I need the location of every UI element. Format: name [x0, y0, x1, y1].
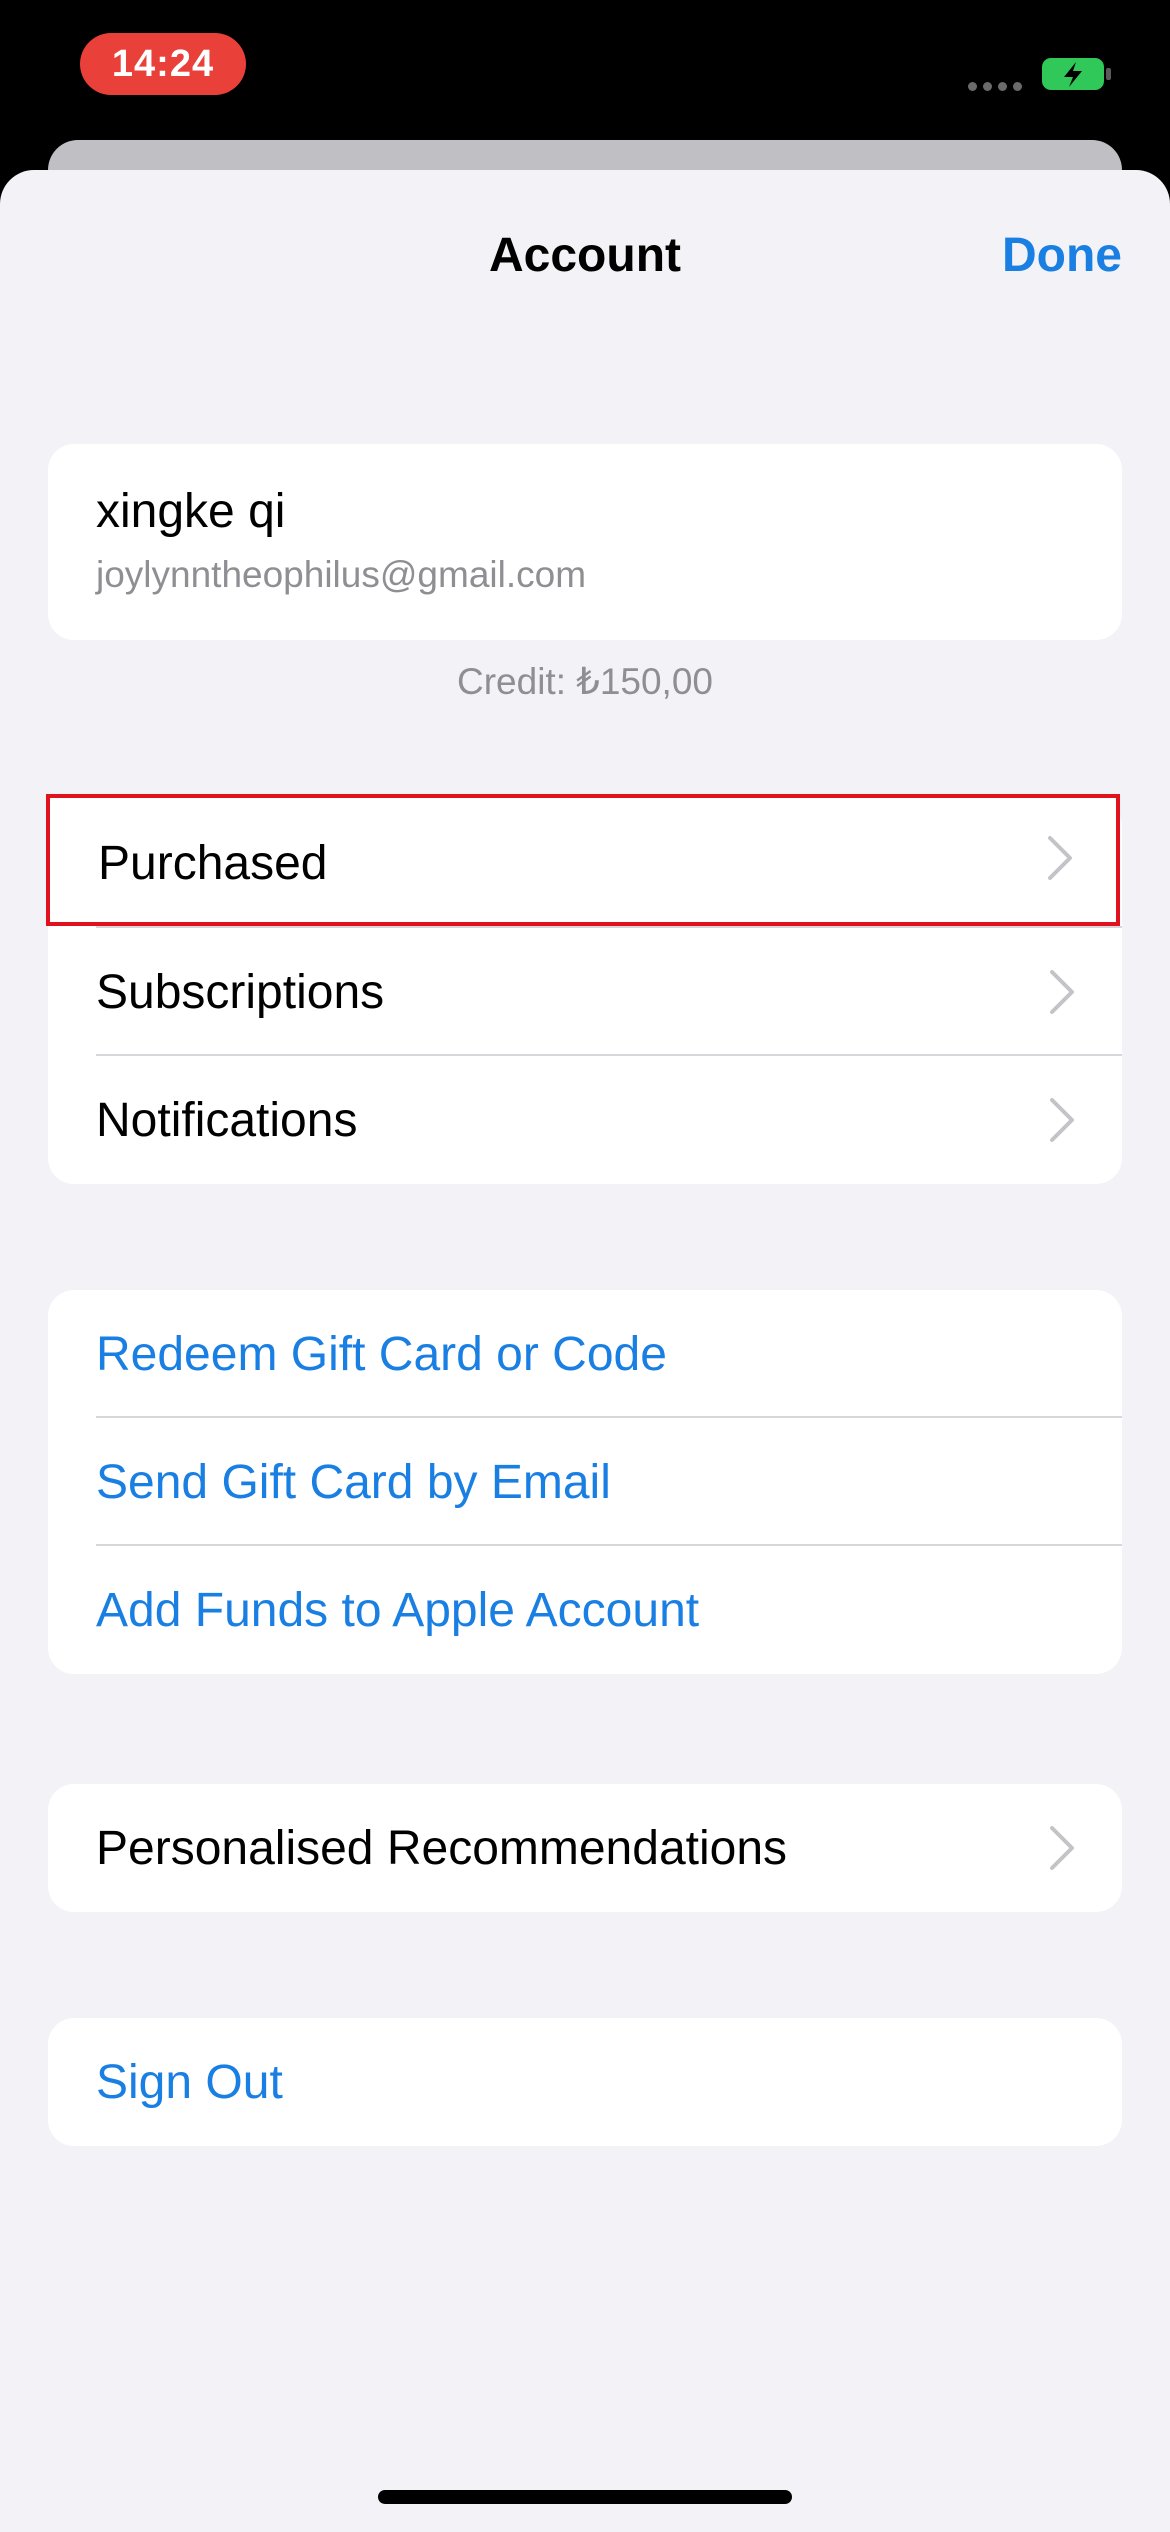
account-email: joylynntheophilus@gmail.com: [96, 554, 587, 595]
battery-charging-icon: [1042, 58, 1111, 90]
menu-item-label: Add Funds to Apple Account: [96, 1583, 700, 1637]
menu-item-notifications[interactable]: Notifications: [48, 1056, 1122, 1184]
chevron-right-icon: [1050, 1826, 1074, 1870]
sign-out-label: Sign Out: [96, 2055, 283, 2109]
account-info-card[interactable]: xingke qi joylynntheophilus@gmail.com: [48, 444, 1122, 640]
page-title: Account: [489, 229, 681, 282]
recommendations-group: Personalised Recommendations: [48, 1784, 1122, 1912]
chevron-right-icon: [1048, 836, 1072, 880]
done-button[interactable]: Done: [1002, 228, 1122, 283]
add-funds-button[interactable]: Add Funds to Apple Account: [48, 1546, 1122, 1674]
account-credit: Credit: ₺150,00: [457, 661, 713, 702]
status-time: 14:24: [111, 42, 215, 85]
menu-item-label: Personalised Recommendations: [96, 1821, 788, 1875]
menu-item-label: Subscriptions: [96, 965, 385, 1019]
menu-item-label: Send Gift Card by Email: [96, 1455, 611, 1509]
account-name: xingke qi: [96, 485, 286, 538]
menu-item-label: Purchased: [98, 837, 328, 890]
gift-card-group: Redeem Gift Card or Code Send Gift Card …: [48, 1290, 1122, 1674]
menu-item-subscriptions[interactable]: Subscriptions: [48, 928, 1122, 1056]
redeem-gift-card-button[interactable]: Redeem Gift Card or Code: [48, 1290, 1122, 1418]
home-indicator[interactable]: [378, 2490, 792, 2504]
sign-out-group: Sign Out: [48, 2018, 1122, 2146]
menu-item-label: Redeem Gift Card or Code: [96, 1327, 667, 1381]
send-gift-card-button[interactable]: Send Gift Card by Email: [48, 1418, 1122, 1546]
menu-item-personalised-recommendations[interactable]: Personalised Recommendations: [48, 1784, 1122, 1912]
highlighted-purchased-row[interactable]: Purchased: [46, 794, 1120, 926]
sign-out-button[interactable]: Sign Out: [48, 2018, 1122, 2146]
menu-item-label: Notifications: [96, 1093, 358, 1147]
cellular-signal-icon: [968, 82, 1022, 91]
status-bar: 14:24: [0, 0, 1170, 140]
chevron-right-icon: [1050, 970, 1074, 1014]
chevron-right-icon: [1050, 1098, 1074, 1142]
time-pill[interactable]: 14:24: [80, 33, 246, 95]
